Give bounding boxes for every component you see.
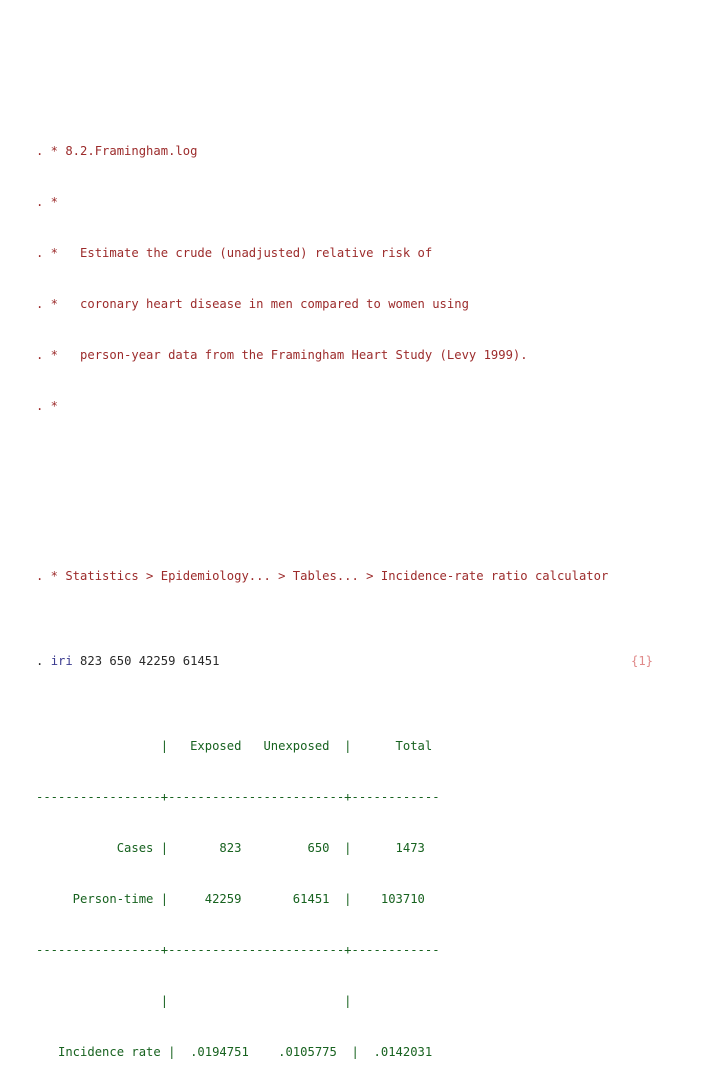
log-header-line-3: . * Estimate the crude (unadjusted) rela… [36,246,433,260]
log-menu-path-line: . * Statistics > Epidemiology... > Table… [36,569,609,583]
table-rule-1: -----------------+----------------------… [36,790,440,804]
log-command-line: . iri 823 650 42259 61451 {1} [36,653,653,670]
log-blank-line-1 [36,483,608,500]
table-blank-bar-1: | | [36,994,352,1008]
log-header-line-6: . * [36,399,59,413]
log-header-line-1: . * 8.2.Framingham.log [36,144,198,158]
log-header-line-2: . * [36,195,59,209]
table-row-person-time: Person-time | 42259 61451 | 103710 [36,892,425,906]
command-prompt: . [36,654,51,668]
table-header-row: | Exposed Unexposed | Total [36,739,433,753]
command-args: 823 650 42259 61451 [72,654,220,668]
table-row-cases: Cases | 823 650 | 1473 [36,841,425,855]
table-rule-2: -----------------+----------------------… [36,943,440,957]
log-header-line-5: . * person-year data from the Framingham… [36,348,528,362]
command-name: iri [50,654,73,668]
stata-log-console: . * 8.2.Framingham.log . * . * Estimate … [36,75,653,1080]
command-note-marker: {1} [631,654,654,668]
table-row-incidence-rate: Incidence rate | .0194751 .0105775 | .01… [36,1045,433,1059]
log-header-line-4: . * coronary heart disease in men compar… [36,297,469,311]
